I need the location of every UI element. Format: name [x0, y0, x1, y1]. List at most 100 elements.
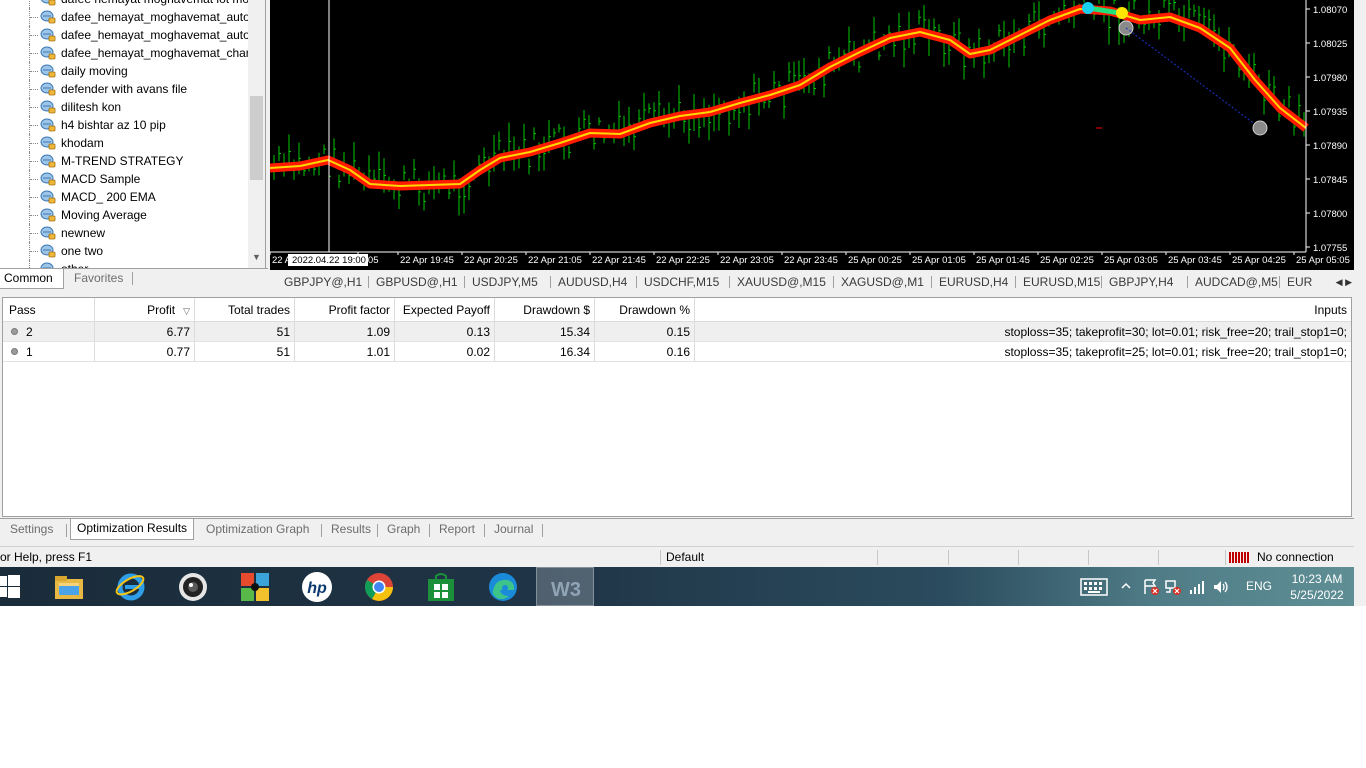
hp-app-button[interactable]: hp [288, 567, 346, 606]
tree-branch [30, 53, 38, 54]
tab-common[interactable]: Common [0, 269, 64, 289]
chart-tab-scroll-arrows-icon[interactable]: ◀ ▶ [1326, 274, 1352, 290]
navigator-item[interactable]: dafee_hemayat_moghavemat_auto [0, 26, 248, 44]
network-disconnected-icon[interactable] [1164, 578, 1182, 596]
navigator-item[interactable]: daily moving [0, 62, 248, 80]
chart-canvas[interactable]: 1.08070 1.08025 1.07980 1.07935 1.07890 1.078… [270, 0, 1354, 270]
scroll-down-arrow-icon[interactable]: ▼ [251, 252, 262, 262]
column-header-profit-factor[interactable]: Profit factor [295, 298, 395, 322]
navigator-item[interactable]: other [0, 260, 248, 268]
navigator-item-label: one two [61, 244, 104, 258]
connection-status-text: No connection [1257, 550, 1334, 564]
navigator-item[interactable]: MACD_ 200 EMA [0, 188, 248, 206]
tab-favorites[interactable]: Favorites [70, 269, 127, 289]
status-profile: Default [666, 550, 705, 564]
store-button[interactable] [412, 567, 470, 606]
navigator-item[interactable]: M-TREND STRATEGY [0, 152, 248, 170]
tab-settings[interactable]: Settings [4, 521, 59, 539]
tab-results[interactable]: Results [325, 521, 377, 539]
chart-tab[interactable]: GBPUSD@,H1 [376, 274, 458, 290]
start-button[interactable] [0, 567, 30, 606]
tab-journal[interactable]: Journal [488, 521, 539, 539]
show-hidden-icons-icon[interactable] [1121, 581, 1131, 591]
signal-icon[interactable] [1188, 578, 1206, 596]
tab-graph[interactable]: Graph [381, 521, 426, 539]
column-header-expected-payoff[interactable]: Expected Payoff [395, 298, 495, 322]
tree-line [29, 0, 30, 8]
column-header-pass[interactable]: Pass [3, 298, 95, 322]
chart-tab[interactable]: EUR [1287, 274, 1312, 290]
column-header-total-trades[interactable]: Total trades [195, 298, 295, 322]
connection-status-icon [1229, 552, 1249, 563]
table-row[interactable]: 2 6.77 51 1.09 0.13 15.34 0.15 stoploss=35; tak… [3, 322, 1351, 342]
navigator-item-label: dafee_hemayat_moghavemat_chan [61, 46, 248, 60]
status-divider [1225, 550, 1226, 565]
navigator-item-label: dafee_hemayat_moghavemat_auto [61, 10, 248, 24]
file-explorer-button[interactable] [40, 567, 98, 606]
navigator-item[interactable]: newnew [0, 224, 248, 242]
column-header-drawdown-usd[interactable]: Drawdown $ [495, 298, 595, 322]
expert-advisor-list: dafee hemayat moghavemat lot mo dafee_hem… [0, 0, 248, 268]
tab-optimization-graph[interactable]: Optimization Graph [200, 521, 315, 539]
tab-optimization-results[interactable]: Optimization Results [70, 519, 195, 540]
optimization-results-table: Pass Profit ▽ Total trades Profit factor … [2, 297, 1352, 517]
table-row[interactable]: 1 0.77 51 1.01 0.02 16.34 0.16 stoploss=35; tak… [3, 342, 1351, 362]
time-label: 22 Apr 22:25 [656, 255, 710, 266]
price-chart[interactable]: 1.08070 1.08025 1.07980 1.07935 1.07890 1.078… [270, 0, 1354, 270]
system-tray: ENG 10:23 AM 5/25/2022 [1080, 567, 1354, 606]
internet-explorer-button[interactable] [102, 567, 160, 606]
keyboard-icon[interactable] [1080, 577, 1108, 597]
chart-tab[interactable]: USDJPY,M5 [472, 274, 538, 290]
trade-marker [1116, 7, 1128, 19]
tab-divider [377, 524, 378, 537]
chart-tab[interactable]: EURUSD,M15 [1023, 274, 1100, 290]
navigator-item-label: M-TREND STRATEGY [61, 154, 184, 168]
chrome-button[interactable] [350, 567, 408, 606]
tree-branch [30, 143, 38, 144]
column-header-inputs[interactable]: Inputs [695, 298, 1351, 322]
chart-tab[interactable]: EURUSD,H4 [939, 274, 1008, 290]
tree-branch [30, 197, 38, 198]
clock[interactable]: 10:23 AM 5/25/2022 [1280, 571, 1354, 603]
edge-button[interactable] [474, 567, 532, 606]
metatrader-button[interactable]: W3 [536, 567, 594, 606]
chart-tab[interactable]: GBPJPY,H4 [1109, 274, 1173, 290]
cell-total-trades: 51 [195, 342, 295, 362]
chart-tab[interactable]: AUDCAD@,M5 [1195, 274, 1278, 290]
chart-tab-bar: ◀ ▶ GBPJPY@,H1 GBPUSD@,H1 USDJPY,M5 AUDUSD,… [270, 272, 1354, 292]
navigator-item[interactable]: dafee hemayat moghavemat lot mo [0, 0, 248, 8]
chart-tab[interactable]: XAUUSD@,M15 [737, 274, 826, 290]
navigator-item[interactable]: Moving Average [0, 206, 248, 224]
navigator-item[interactable]: MACD Sample [0, 170, 248, 188]
strategy-tester-tabs: Settings Optimization Results Optimizati… [0, 518, 1354, 540]
chart-tab[interactable]: AUDUSD,H4 [558, 274, 627, 290]
navigator-scrollbar[interactable]: ▼ [248, 0, 265, 268]
volume-icon[interactable] [1212, 578, 1230, 596]
status-divider [1158, 550, 1159, 565]
chart-tab[interactable]: GBPJPY@,H1 [284, 274, 362, 290]
expert-advisor-icon [40, 82, 56, 96]
puzzle-app-button[interactable] [226, 567, 284, 606]
navigator-item[interactable]: dafee_hemayat_moghavemat_chan [0, 44, 248, 62]
tab-report[interactable]: Report [433, 521, 481, 539]
expert-advisor-icon [40, 226, 56, 240]
scrollbar-thumb[interactable] [250, 96, 263, 180]
chart-tab[interactable]: XAGUSD@,M1 [841, 274, 924, 290]
time-label: 22 Apr 20:25 [464, 255, 518, 266]
navigator-item[interactable]: h4 bishtar az 10 pip [0, 116, 248, 134]
navigator-item[interactable]: dilitesh kon [0, 98, 248, 116]
column-header-profit[interactable]: Profit ▽ [95, 298, 195, 322]
flag-alert-icon[interactable] [1142, 578, 1160, 596]
webcam-app-button[interactable] [164, 567, 222, 606]
navigator-item[interactable]: dafee_hemayat_moghavemat_auto [0, 8, 248, 26]
cell-pass-value: 2 [26, 325, 33, 339]
cell-profit: 6.77 [95, 322, 195, 342]
navigator-item[interactable]: khodam [0, 134, 248, 152]
navigator-item[interactable]: defender with avans file [0, 80, 248, 98]
navigator-item[interactable]: one two [0, 242, 248, 260]
input-language[interactable]: ENG [1246, 579, 1272, 593]
expert-advisor-icon [40, 0, 56, 6]
column-header-drawdown-pct[interactable]: Drawdown % [595, 298, 695, 322]
chart-tab[interactable]: USDCHF,M15 [644, 274, 719, 290]
cell-total-trades: 51 [195, 322, 295, 342]
